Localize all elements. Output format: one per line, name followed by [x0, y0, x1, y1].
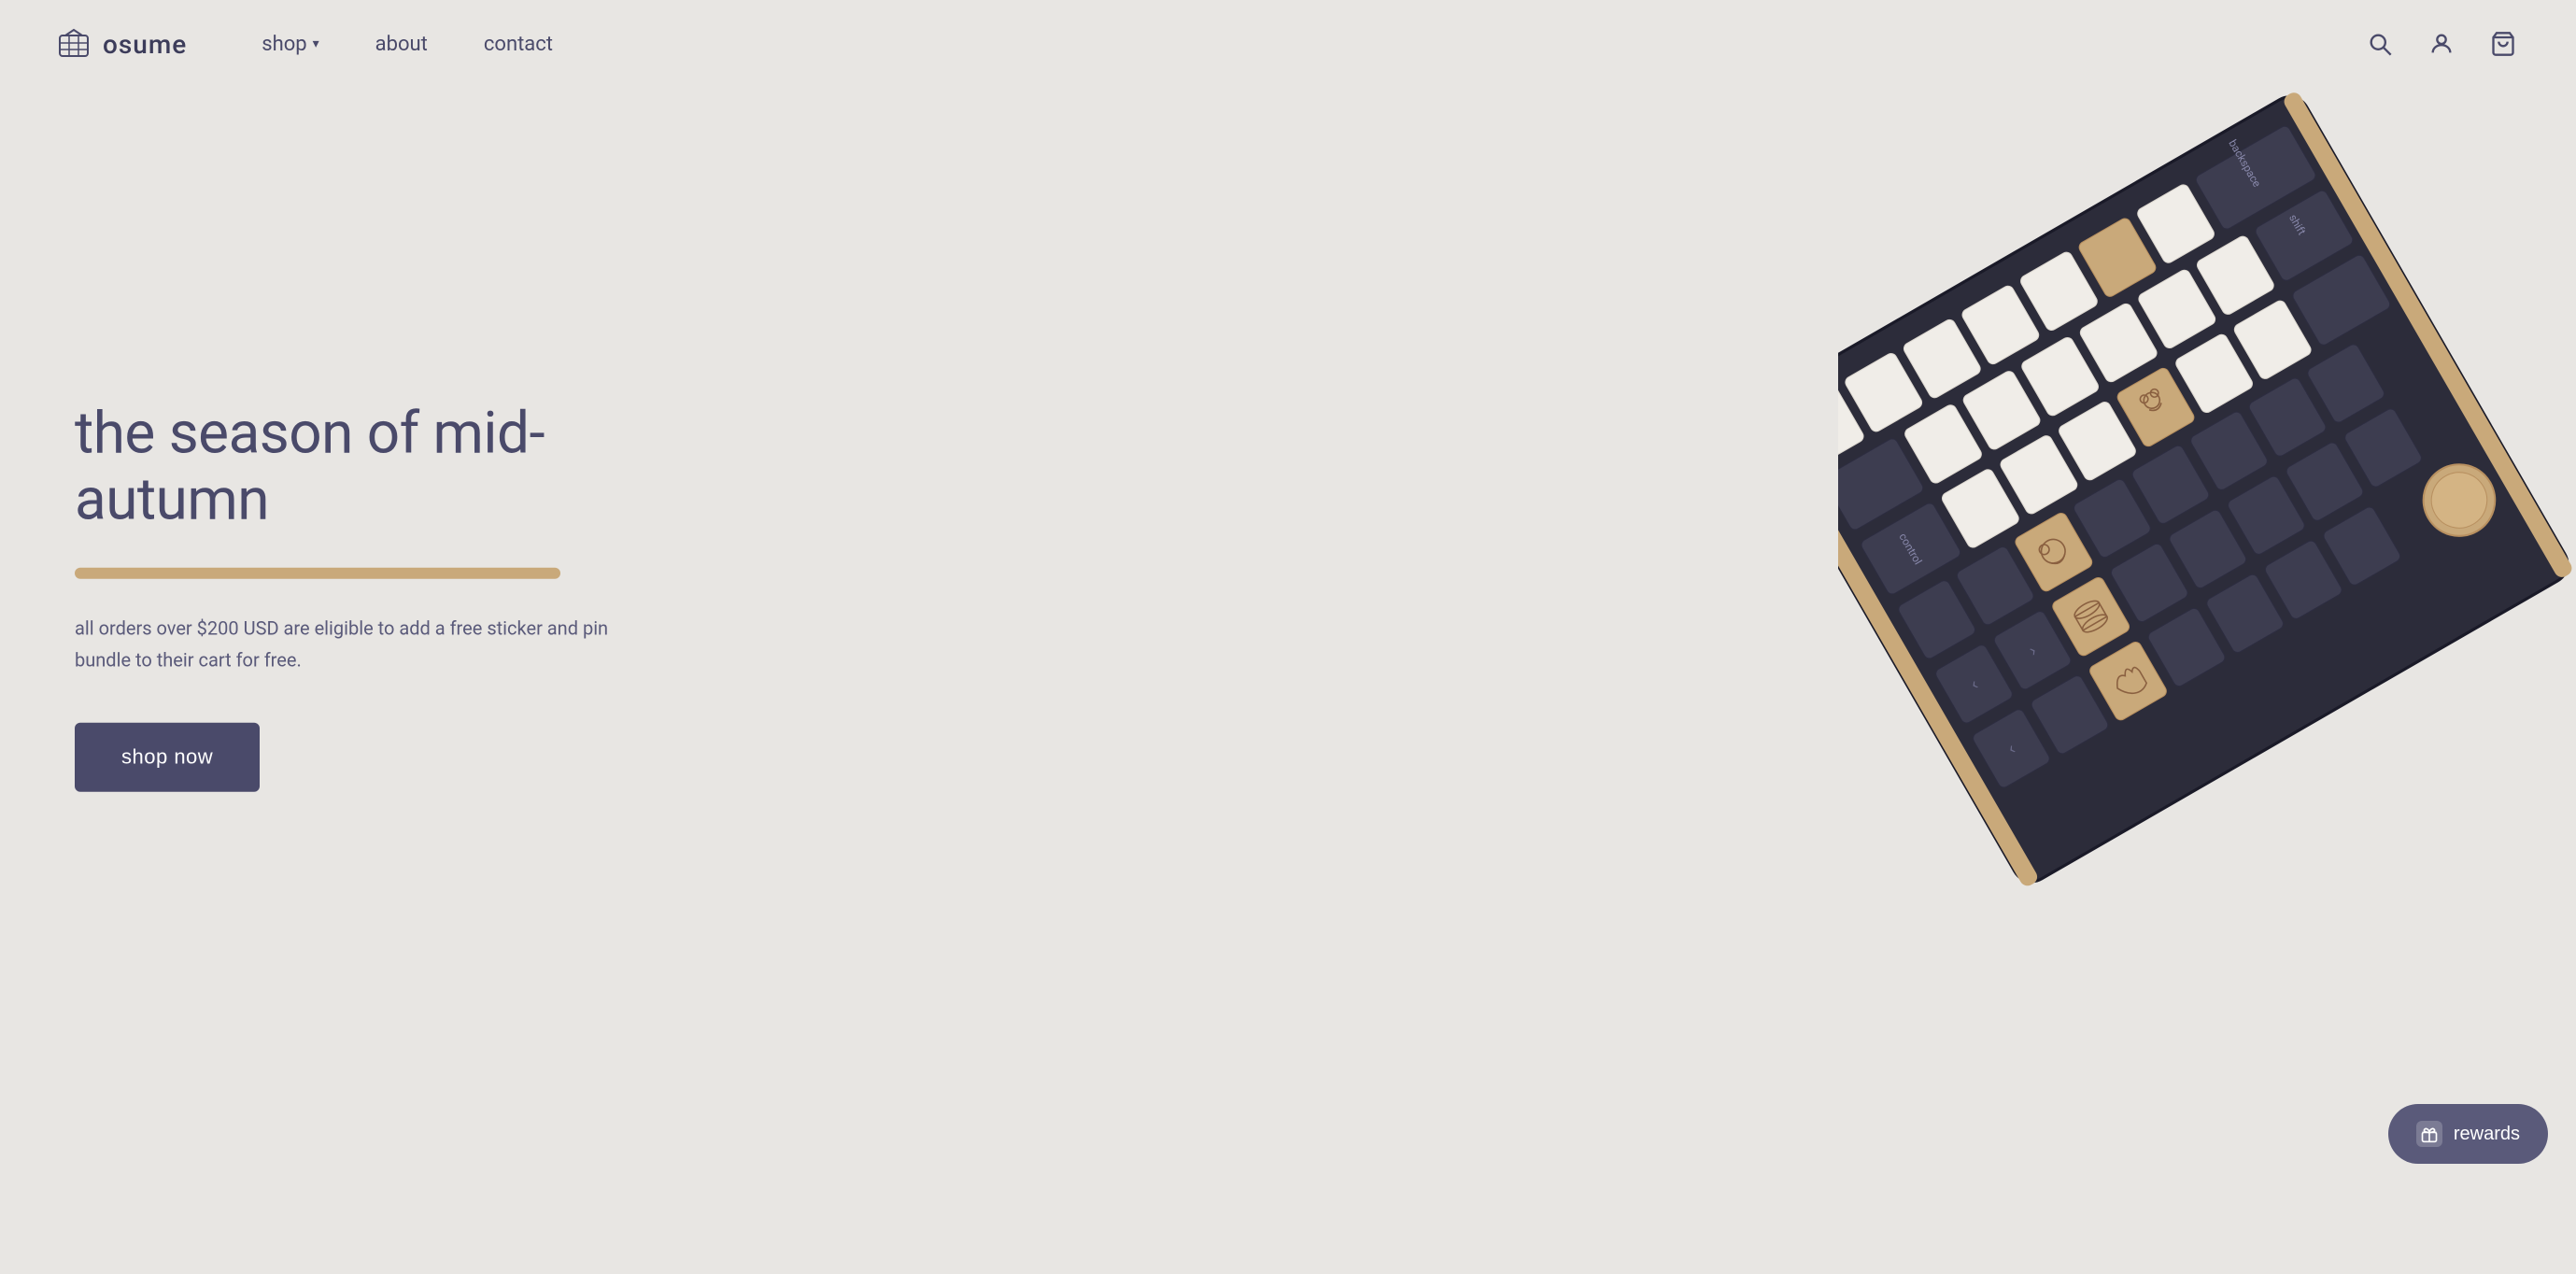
nav-links: shop ▾ about contact	[262, 33, 553, 56]
shop-chevron-icon: ▾	[313, 36, 319, 51]
account-button[interactable]	[2425, 27, 2458, 61]
navbar: osume shop ▾ about contact	[0, 0, 2576, 88]
hero-content: the season of mid-autumn all orders over…	[75, 401, 729, 792]
cart-button[interactable]	[2486, 27, 2520, 61]
search-button[interactable]	[2363, 27, 2397, 61]
hero-section: the season of mid-autumn all orders over…	[0, 0, 2576, 1192]
brand-name: osume	[103, 29, 187, 60]
hero-description: all orders over $200 USD are eligible to…	[75, 612, 616, 675]
keyboard-svg: backspace shift control	[1838, 0, 2576, 1274]
keyboard-image: backspace shift control	[1838, 0, 2576, 1274]
cart-icon	[2490, 31, 2516, 57]
logo-icon	[56, 26, 92, 62]
hero-title: the season of mid-autumn	[75, 401, 729, 534]
hero-divider	[75, 567, 560, 578]
rewards-button[interactable]: rewards	[2388, 1104, 2548, 1164]
search-icon	[2367, 31, 2393, 57]
nav-contact[interactable]: contact	[484, 33, 553, 56]
shop-now-button[interactable]: shop now	[75, 722, 260, 791]
logo-link[interactable]: osume	[56, 26, 187, 62]
nav-shop[interactable]: shop ▾	[262, 33, 318, 56]
rewards-icon	[2416, 1121, 2442, 1147]
account-icon	[2428, 31, 2455, 57]
nav-about[interactable]: about	[375, 33, 428, 56]
nav-icons	[2363, 27, 2520, 61]
